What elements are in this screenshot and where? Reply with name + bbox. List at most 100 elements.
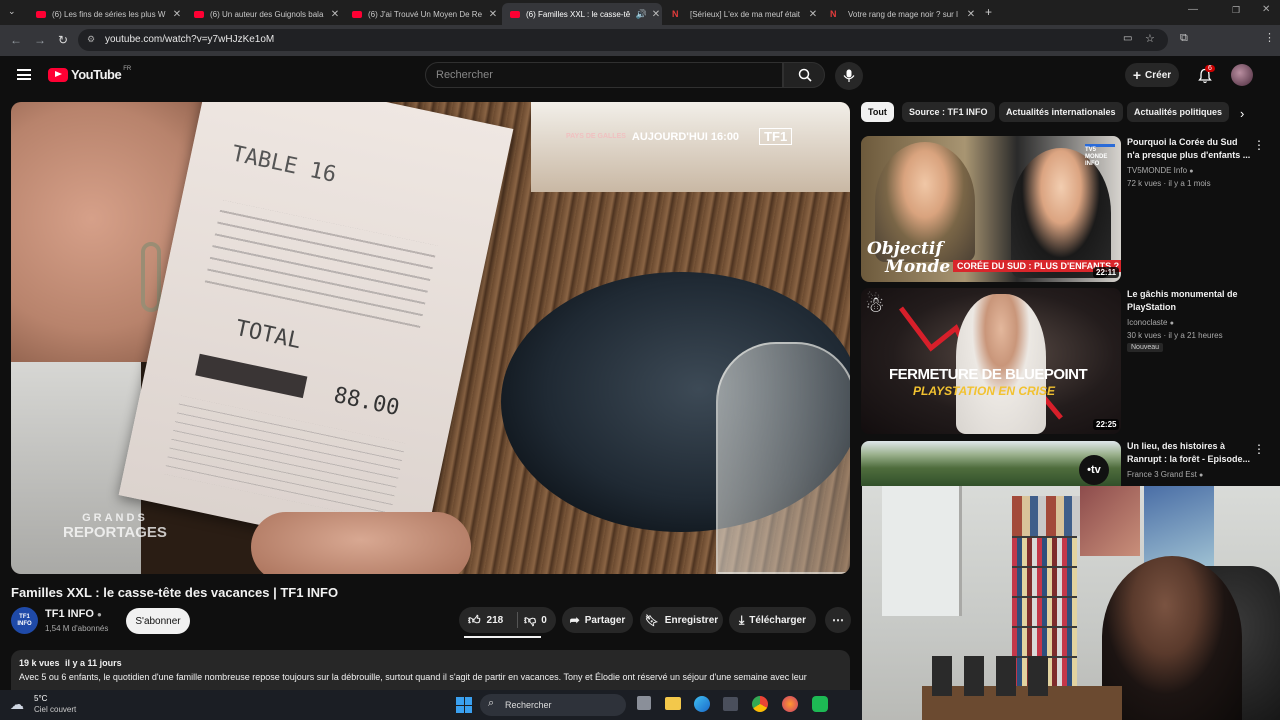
youtube-wordmark: YouTube bbox=[71, 67, 122, 82]
bookmark-icon: 🔖︎ bbox=[644, 614, 659, 627]
search-button[interactable] bbox=[783, 62, 825, 88]
thumb-monde: Monde bbox=[885, 257, 951, 277]
thumb-headline: FERMETURE DE BLUEPOINT bbox=[889, 366, 1088, 383]
hamburger-menu-icon[interactable] bbox=[17, 69, 31, 80]
tab-4[interactable]: N [Sérieux] L'ex de ma meuf était ✕ bbox=[664, 3, 819, 25]
extensions-icon[interactable]: ⧉ bbox=[1180, 32, 1188, 45]
minimize-icon[interactable]: — bbox=[1188, 4, 1198, 15]
share-label: Partager bbox=[584, 614, 626, 626]
browser-toolbar: ← → ↻ ⚙ youtube.com/watch?v=y7wHJzKe1oM … bbox=[0, 25, 1280, 56]
recommendation-title[interactable]: Un lieu, des histoires à Ranrupt : la fo… bbox=[1127, 440, 1252, 466]
speaker-icon[interactable]: 🔊 bbox=[636, 9, 647, 20]
video-player[interactable]: TABLE 16 TOTAL 88.00 PAYS DE GALLES AUJO… bbox=[11, 102, 850, 574]
description-box[interactable]: 19 k vues il y a 11 jours Avec 5 ou 6 en… bbox=[11, 650, 850, 690]
description-stats: 19 k vues il y a 11 jours bbox=[19, 658, 122, 668]
share-icon: ➦ bbox=[569, 613, 580, 627]
tab-title: (6) Les fins de séries les plus W bbox=[52, 9, 166, 19]
windows-start-icon[interactable] bbox=[456, 697, 472, 713]
recommendation-thumbnail[interactable]: Objectif Monde CORÉE DU SUD : PLUS D'ENF… bbox=[861, 136, 1121, 282]
recommendation-channel[interactable]: Iconoclaste ● bbox=[1127, 318, 1174, 327]
menu-dots-icon[interactable]: ⋮ bbox=[1264, 31, 1275, 44]
close-icon[interactable]: ✕ bbox=[965, 9, 977, 20]
new-tab-icon[interactable]: + bbox=[985, 5, 992, 19]
task-view-icon[interactable] bbox=[637, 696, 651, 710]
firefox-icon[interactable] bbox=[782, 696, 798, 712]
channel-avatar[interactable]: TF1 INFO bbox=[11, 607, 38, 634]
channel-name[interactable]: TF1 INFO ● bbox=[45, 608, 102, 620]
tab-list-chevron-icon[interactable]: ⌄ bbox=[8, 6, 16, 17]
address-bar[interactable]: ⚙ youtube.com/watch?v=y7wHJzKe1oM ▭ ☆ bbox=[78, 29, 1168, 51]
save-button[interactable]: 🔖︎ Enregistrer bbox=[640, 607, 723, 633]
chrome-icon[interactable] bbox=[752, 696, 768, 712]
chip-all[interactable]: Tout bbox=[861, 102, 894, 122]
youtube-logo[interactable]: YouTube FR bbox=[48, 66, 131, 82]
share-button[interactable]: ➦ Partager bbox=[562, 607, 633, 633]
broadcast-overlay: PAYS DE GALLES AUJOURD'HUI 16:00 TF1 bbox=[566, 128, 793, 145]
file-explorer-icon[interactable] bbox=[665, 697, 681, 710]
tab-0[interactable]: (6) Les fins de séries les plus W ✕ bbox=[28, 3, 183, 25]
tab-1[interactable]: (6) Un auteur des Guignols bala ✕ bbox=[186, 3, 341, 25]
chevron-right-icon[interactable]: › bbox=[1240, 106, 1244, 121]
chip-international-news[interactable]: Actualités internationales bbox=[999, 102, 1123, 122]
close-icon[interactable]: ✕ bbox=[329, 9, 341, 20]
notifications-button[interactable]: 6 bbox=[1195, 65, 1215, 86]
close-icon[interactable]: ✕ bbox=[650, 9, 662, 20]
tab-3[interactable]: (6) Familles XXL : le casse-tê 🔊 ✕ bbox=[502, 3, 662, 25]
voice-search-button[interactable] bbox=[835, 62, 863, 90]
close-icon[interactable]: ✕ bbox=[807, 9, 819, 20]
tab-5[interactable]: N Votre rang de mage noir ? sur l ✕ bbox=[822, 3, 977, 25]
site-info-icon[interactable]: ⚙ bbox=[87, 34, 95, 45]
plus-icon: + bbox=[1132, 67, 1142, 83]
search-input[interactable]: Rechercher bbox=[425, 62, 783, 88]
cast-icon[interactable]: ▭ bbox=[1123, 33, 1132, 44]
wall-background bbox=[531, 102, 850, 192]
edge-icon[interactable] bbox=[694, 696, 710, 712]
tab-2[interactable]: (6) J'ai Trouvé Un Moyen De Re ✕ bbox=[344, 3, 499, 25]
recommendation-channel[interactable]: TV5MONDE Info ● bbox=[1127, 166, 1193, 175]
close-window-icon[interactable]: ✕ bbox=[1262, 4, 1270, 15]
subscribe-button[interactable]: S'abonner bbox=[126, 608, 190, 634]
create-button[interactable]: + Créer bbox=[1125, 63, 1179, 87]
close-icon[interactable]: ✕ bbox=[487, 9, 499, 20]
youtube-header: YouTube FR Rechercher + Créer 6 bbox=[0, 56, 1280, 100]
recommendation-channel[interactable]: France 3 Grand Est ● bbox=[1127, 470, 1203, 479]
recommendation-thumbnail[interactable]: ☃ FERMETURE DE BLUEPOINT PLAYSTATION EN … bbox=[861, 288, 1121, 434]
back-icon[interactable]: ← bbox=[10, 33, 22, 47]
save-label: Enregistrer bbox=[664, 614, 719, 626]
subscriber-count: 1,54 M d'abonnés bbox=[45, 624, 109, 633]
dislike-button[interactable]: 👎︎ 0 bbox=[518, 607, 547, 633]
taskbar-search-label: Rechercher bbox=[505, 700, 552, 710]
video-duration: 22:25 bbox=[1093, 419, 1120, 430]
recommendation-title[interactable]: Pourquoi la Corée du Sud n'a presque plu… bbox=[1127, 136, 1252, 162]
bookmark-star-icon[interactable]: ☆ bbox=[1145, 32, 1155, 45]
reload-icon[interactable]: ↻ bbox=[58, 33, 68, 47]
more-horizontal-icon: ⋯ bbox=[832, 613, 844, 627]
chip-source[interactable]: Source : TF1 INFO bbox=[902, 102, 995, 122]
channel-label: Iconoclaste bbox=[1127, 318, 1168, 327]
account-avatar[interactable] bbox=[1231, 64, 1253, 86]
spotify-icon[interactable] bbox=[812, 696, 828, 712]
restore-icon[interactable]: ❐ bbox=[1232, 5, 1240, 16]
taskbar-search[interactable]: ⌕ Rechercher bbox=[480, 694, 626, 716]
verified-icon: ● bbox=[1189, 168, 1194, 175]
like-button[interactable]: 👍︎ 218 bbox=[459, 607, 517, 633]
upload-date: il y a 11 jours bbox=[65, 658, 122, 668]
like-dislike-group: 👍︎ 218 👎︎ 0 bbox=[459, 607, 556, 633]
more-vertical-icon[interactable]: ⋮ bbox=[1253, 442, 1265, 456]
recommendation-meta: 72 k vues · il y a 1 mois bbox=[1127, 179, 1211, 188]
tab-title: (6) Familles XXL : le casse-tê bbox=[526, 9, 631, 19]
news-icon: N bbox=[672, 9, 679, 19]
more-vertical-icon[interactable]: ⋮ bbox=[1253, 138, 1265, 152]
recommendation-title[interactable]: Le gâchis monumental de PlayStation bbox=[1127, 288, 1252, 314]
tab-title: (6) Un auteur des Guignols bala bbox=[210, 9, 324, 19]
recommendation-thumbnail[interactable]: •tv bbox=[861, 441, 1121, 486]
download-button[interactable]: ⤓ Télécharger bbox=[729, 607, 816, 633]
more-actions-button[interactable]: ⋯ bbox=[825, 607, 851, 633]
channel-label: TV5MONDE Info bbox=[1127, 166, 1188, 175]
watermark-line1: GRANDS bbox=[82, 512, 148, 524]
thumb-subheadline: PLAYSTATION EN CRISE bbox=[913, 384, 1056, 398]
forward-icon[interactable]: → bbox=[34, 33, 46, 47]
close-icon[interactable]: ✕ bbox=[171, 9, 183, 20]
chip-political-news[interactable]: Actualités politiques bbox=[1127, 102, 1230, 122]
store-icon[interactable] bbox=[723, 697, 738, 711]
